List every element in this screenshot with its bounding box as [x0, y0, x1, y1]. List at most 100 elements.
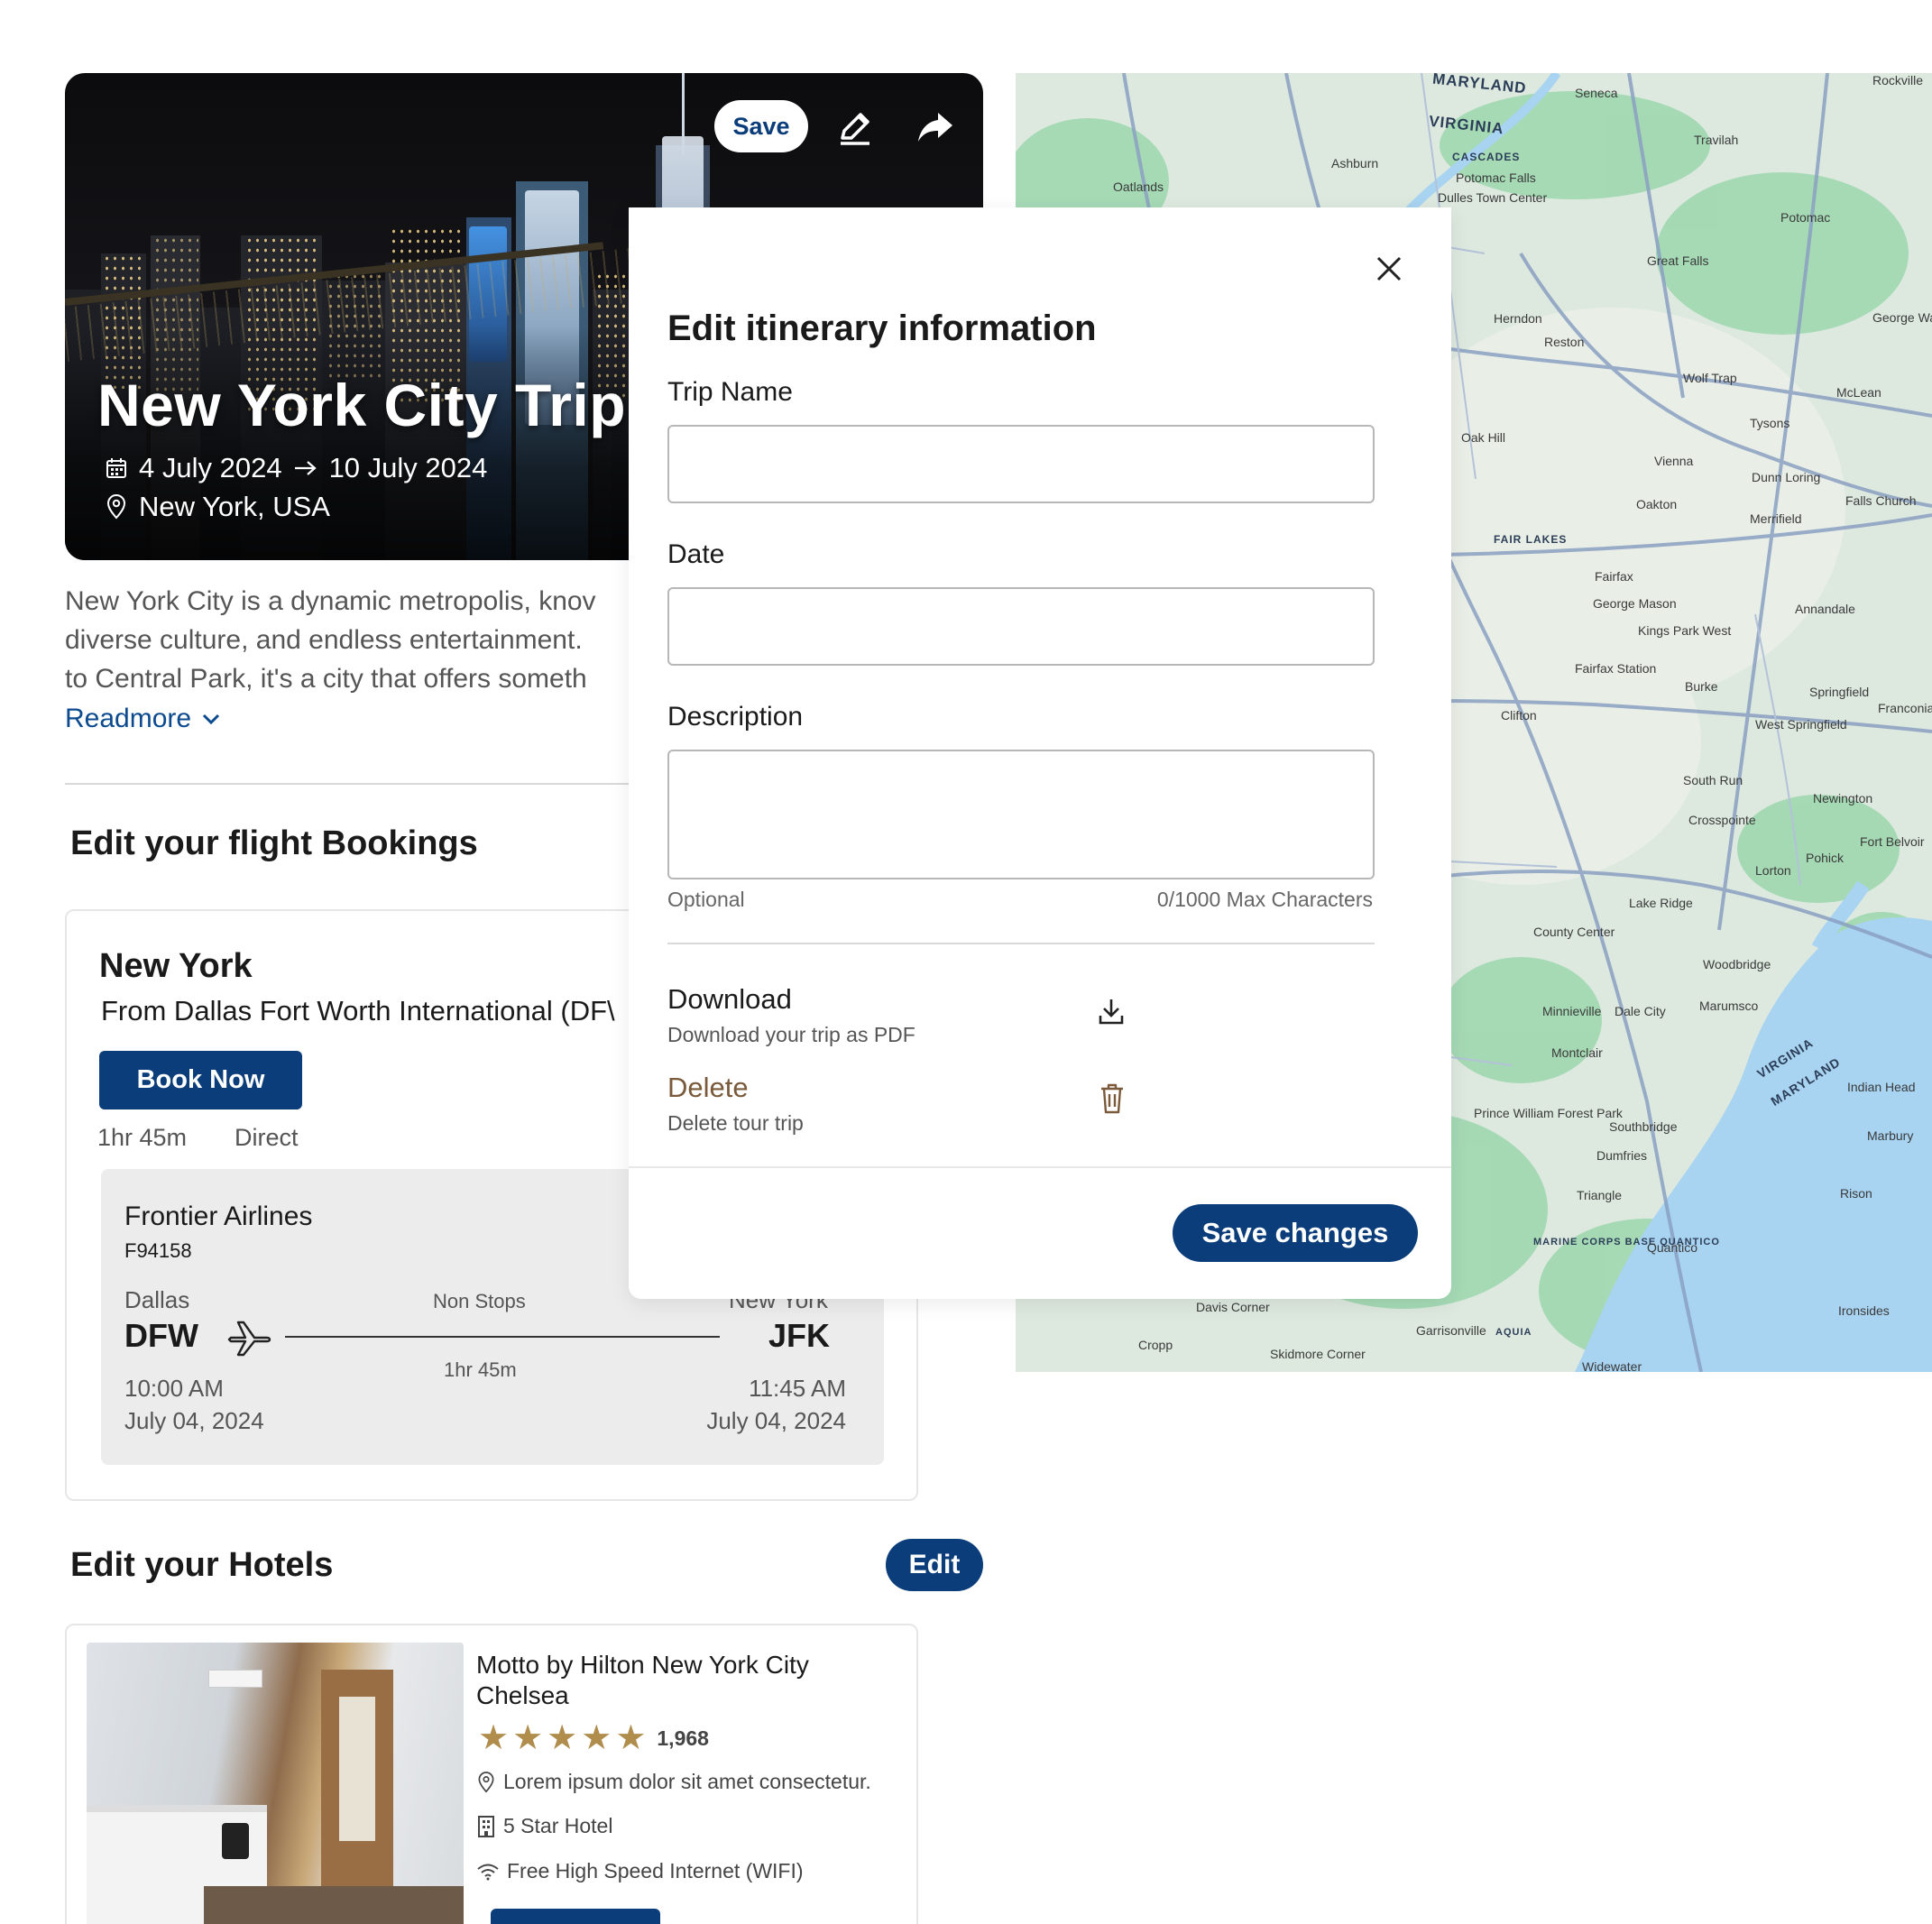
departure-time: 10:00 AM [124, 1375, 224, 1402]
map-label: Pohick [1806, 851, 1845, 865]
save-trip-button[interactable]: Save [714, 100, 808, 152]
map-label: Seneca [1575, 86, 1618, 100]
map-label: Cropp [1138, 1338, 1173, 1352]
delete-subtitle: Delete tour trip [667, 1111, 804, 1135]
flight-duration: 1hr 45m [97, 1124, 188, 1151]
trip-description-line: New York City is a dynamic metropolis, k… [65, 586, 596, 616]
book-now-button[interactable]: Book Now [99, 1051, 302, 1109]
map-label: CASCADES [1452, 151, 1521, 163]
description-textarea[interactable] [667, 750, 1375, 879]
review-count: 1,968 [657, 1726, 709, 1750]
route-duration: 1hr 45m [444, 1358, 517, 1381]
flight-number: F94158 [124, 1239, 192, 1262]
map-label: Ironsides [1838, 1303, 1890, 1318]
route-line [285, 1336, 720, 1338]
trip-name-input[interactable] [667, 425, 1375, 503]
delete-title: Delete [667, 1072, 749, 1103]
pencil-icon[interactable] [832, 104, 879, 151]
map-label: Lorton [1755, 863, 1791, 878]
trash-icon[interactable] [1099, 1082, 1126, 1115]
download-title: Download [667, 983, 792, 1015]
map-label: Skidmore Corner [1270, 1347, 1366, 1361]
trip-location: New York, USA [105, 491, 330, 523]
hotel-rating: ★ ★ ★ ★ ★ 1,968 [478, 1721, 709, 1755]
wifi-icon [477, 1864, 499, 1880]
map-label: Clifton [1501, 708, 1537, 723]
description-label: Description [667, 702, 804, 732]
map-label: George Mason [1593, 596, 1677, 611]
readmore-label: Readmore [65, 704, 192, 733]
map-label: Tysons [1750, 416, 1790, 430]
map-label: Dumfries [1596, 1148, 1648, 1163]
map-label: Vienna [1654, 454, 1694, 468]
map-label: Lake Ridge [1629, 896, 1693, 910]
map-label: Springfield [1809, 685, 1870, 699]
location-pin-icon [478, 1771, 494, 1792]
hotel-class: 5 Star Hotel [476, 1814, 612, 1838]
hotel-name-line2: Chelsea [476, 1681, 569, 1709]
map-label: Kings Park West [1638, 623, 1732, 638]
download-subtitle: Download your trip as PDF [667, 1023, 915, 1046]
location-pin-icon [106, 494, 126, 520]
departure-date: July 04, 2024 [124, 1407, 264, 1434]
star-icon: ★ [615, 1719, 647, 1757]
star-icon: ★ [581, 1719, 612, 1757]
map-label: FAIR LAKES [1494, 533, 1568, 546]
star-icon: ★ [478, 1719, 510, 1757]
departure-code: DFW [124, 1317, 198, 1354]
flight-destination: New York [99, 947, 253, 985]
map-label: Wolf Trap [1683, 371, 1737, 385]
map-label: Crosspointe [1688, 813, 1756, 827]
share-icon[interactable] [911, 104, 958, 151]
map-label: Woodbridge [1703, 957, 1771, 971]
hotel-class-text: 5 Star Hotel [503, 1814, 613, 1837]
trip-end-date: 10 July 2024 [328, 452, 488, 483]
modal-title: Edit itinerary information [667, 308, 1097, 348]
hotel-amenity-text: Free High Speed Internet (WIFI) [507, 1859, 804, 1883]
map-label: Burke [1685, 679, 1718, 694]
map-label: Marbury [1867, 1128, 1914, 1143]
hotel-address-text: Lorem ipsum dolor sit amet consectetur. [503, 1770, 871, 1793]
map-label: Oakton [1636, 497, 1678, 511]
readmore-link[interactable]: Readmore [65, 704, 222, 734]
building-icon [478, 1815, 494, 1837]
airplane-icon [227, 1321, 271, 1357]
map-label: Great Falls [1647, 253, 1709, 268]
route-stops: Non Stops [433, 1290, 526, 1312]
trip-name-label: Trip Name [667, 377, 793, 407]
close-icon[interactable] [1369, 249, 1409, 289]
map-label: Rison [1840, 1186, 1872, 1201]
map-label: Montclair [1551, 1045, 1603, 1060]
hotel-section-title: Edit your Hotels [70, 1546, 334, 1584]
map-label: Dulles Town Center [1438, 190, 1548, 205]
map-label: Merrifield [1750, 511, 1802, 526]
map-label: West Springfield [1755, 717, 1847, 732]
trip-location-text: New York, USA [139, 491, 330, 522]
edit-hotels-button[interactable]: Edit [886, 1539, 983, 1591]
character-counter: 0/1000 Max Characters [1156, 888, 1373, 911]
map-label: Davis Corner [1196, 1300, 1270, 1314]
map-label: South Run [1683, 773, 1743, 787]
trip-title: New York City Trip [97, 372, 627, 438]
hotel-action-button[interactable] [491, 1909, 660, 1924]
optional-hint: Optional [667, 888, 745, 911]
date-input[interactable] [667, 587, 1375, 666]
trip-dates: 4 July 2024 10 July 2024 [105, 452, 487, 484]
date-label: Date [667, 539, 725, 569]
star-icon: ★ [512, 1719, 544, 1757]
save-changes-button[interactable]: Save changes [1173, 1204, 1418, 1262]
calendar-icon [106, 458, 126, 478]
map-label: Potomac Falls [1456, 170, 1536, 185]
chevron-down-icon [203, 713, 220, 725]
map-label: Indian Head [1847, 1080, 1916, 1094]
trip-start-date: 4 July 2024 [139, 452, 282, 483]
arrival-date: July 04, 2024 [706, 1407, 846, 1434]
flight-origin: From Dallas Fort Worth International (DF… [101, 995, 615, 1026]
map-label: Herndon [1494, 311, 1542, 326]
map-label: Oak Hill [1461, 430, 1506, 445]
map-label: AQUIA [1495, 1327, 1532, 1338]
map-label: Rockville [1872, 73, 1924, 87]
map-label: Franconia [1878, 701, 1932, 715]
map-label: Triangle [1577, 1188, 1623, 1202]
download-icon[interactable] [1097, 996, 1126, 1026]
